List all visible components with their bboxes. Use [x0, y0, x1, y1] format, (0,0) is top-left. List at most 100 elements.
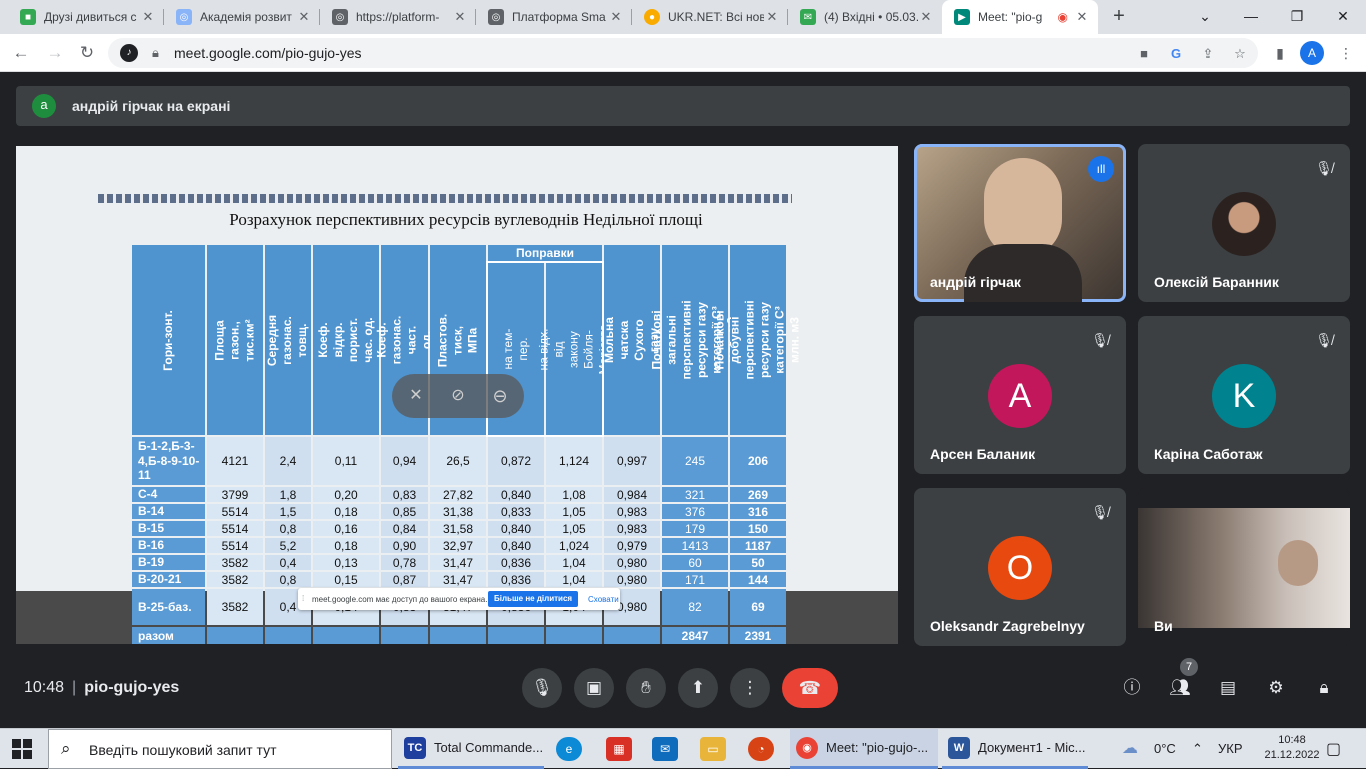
table-cell: 0,85 — [381, 504, 428, 519]
mute-tile-icon[interactable]: ⊘ — [446, 384, 470, 408]
tile-hover-controls: ✕ ⊘ ⊖ — [392, 374, 524, 418]
table-cell: 1,04 — [546, 555, 602, 570]
tab-search-icon[interactable]: ⌄ — [1182, 0, 1228, 34]
profile-avatar[interactable]: A — [1300, 41, 1324, 65]
table-cell: 31,47 — [430, 572, 486, 587]
address-bar[interactable]: ♪ 🔒︎ meet.google.com/pio-gujo-yes ■ G ⇪ … — [108, 38, 1258, 68]
people-count-badge: 7 — [1180, 658, 1198, 676]
browser-tab[interactable]: ◎ Академія розвит ✕ — [164, 0, 320, 34]
table-cell: В-19 — [132, 555, 205, 570]
reload-icon[interactable]: ↻ — [74, 40, 100, 66]
hide-button[interactable]: Сховати — [588, 595, 619, 604]
activities-icon: ⚙︎ — [1268, 678, 1284, 697]
drag-handle-icon[interactable]: ⁞ — [302, 594, 304, 603]
close-window-icon[interactable]: ✕ — [1320, 0, 1366, 34]
more-menu-icon[interactable]: ⋮ — [1336, 43, 1356, 63]
table-header-label: Пластов. тиск, МПа — [435, 313, 480, 367]
taskbar-search-box[interactable]: ⌕ Введіть пошуковий запит тут — [48, 729, 392, 769]
globe-icon: ◎ — [332, 9, 348, 25]
google-translate-icon[interactable]: G — [1166, 44, 1186, 64]
table-cell: 1,08 — [546, 487, 602, 502]
tray-chevron-up-icon[interactable]: ⌃ — [1192, 741, 1203, 757]
share-icon[interactable]: ⇪ — [1198, 44, 1218, 64]
taskbar-app-total-commander[interactable]: TC Total Commande... — [398, 729, 544, 769]
tab-title: Платформа Sma — [512, 10, 606, 24]
gift-icon[interactable]: ▦ — [606, 737, 632, 761]
close-icon[interactable]: ✕ — [764, 9, 780, 25]
participant-avatar: A — [988, 364, 1052, 428]
back-icon[interactable]: ← — [8, 40, 34, 66]
weather-cloud-icon[interactable]: ☁ — [1122, 738, 1138, 758]
restore-icon[interactable]: ❐ — [1274, 0, 1320, 34]
table-cell: 4121 — [207, 437, 263, 485]
browser-tab[interactable]: ■ Друзі дивиться с ✕ — [8, 0, 164, 34]
host-controls-button[interactable]: 🔒︎ — [1304, 668, 1344, 708]
browser-tab[interactable]: ◎ Платформа Sma ✕ — [476, 0, 632, 34]
taskbar-app-chrome-meet[interactable]: ◉ Meet: "pio-gujo-... — [790, 729, 938, 769]
notification-bell-icon[interactable]: ♪ — [120, 44, 138, 62]
tab-title: Meet: "pio-g — [978, 10, 1043, 24]
table-total-cell — [604, 627, 660, 644]
participant-tile[interactable]: 🎙︎̸ A Арсен Баланик — [914, 316, 1126, 474]
table-cell: 0,13 — [313, 555, 379, 570]
taskbar-clock[interactable]: 10:48 21.12.2022 — [1264, 733, 1320, 763]
leave-call-button[interactable]: ☎︎ — [782, 668, 838, 708]
close-icon[interactable]: ✕ — [608, 9, 624, 25]
edge-icon[interactable]: e — [556, 737, 582, 761]
present-button[interactable]: ⬆ — [678, 668, 718, 708]
table-cell: 0,872 — [488, 437, 544, 485]
table-cell: В-16 — [132, 538, 205, 553]
close-icon[interactable]: ✕ — [296, 9, 312, 25]
table-cell: В-14 — [132, 504, 205, 519]
pin-off-icon[interactable]: ✕ — [404, 384, 428, 408]
close-icon[interactable]: ✕ — [140, 9, 156, 25]
file-explorer-icon[interactable]: ▭ — [700, 737, 726, 761]
participant-tile[interactable]: 🎙︎̸ Олексій Баранник — [1138, 144, 1350, 302]
notifications-icon[interactable]: ▢ — [1326, 739, 1341, 759]
participant-name: Oleksandr Zagrebelnyy — [930, 618, 1085, 634]
remove-icon[interactable]: ⊖ — [488, 384, 512, 408]
browser-tab[interactable]: ◎ https://platform- ✕ — [320, 0, 476, 34]
input-language[interactable]: УКР — [1218, 741, 1243, 756]
more-options-button[interactable]: ⋮ — [730, 668, 770, 708]
minimize-icon[interactable]: — — [1228, 0, 1274, 34]
raise-hand-button[interactable]: ✋︎ — [626, 668, 666, 708]
browser-tab[interactable]: ● UKR.NET: Всі нов ✕ — [632, 0, 788, 34]
lock-icon[interactable]: 🔒︎ — [152, 45, 159, 61]
table-cell: 5,2 — [265, 538, 311, 553]
table-cell: С-4 — [132, 487, 205, 502]
table-cell: 31,38 — [430, 504, 486, 519]
chat-button[interactable]: ▤ — [1208, 668, 1248, 708]
forward-icon[interactable]: → — [42, 40, 68, 66]
browser-tab-active[interactable]: ▶ Meet: "pio-g ◉ ✕ — [942, 0, 1098, 34]
new-tab-button[interactable]: + — [1108, 6, 1130, 28]
mic-off-icon: 🎙︎̸ — [1315, 160, 1333, 176]
camera-button[interactable]: ▣ — [574, 668, 614, 708]
participant-tile[interactable]: ıll андрій гірчак — [914, 144, 1126, 302]
table-cell: 0,980 — [604, 572, 660, 587]
stop-sharing-button[interactable]: Більше не ділитися — [488, 591, 579, 607]
bookmark-star-icon[interactable]: ☆ — [1230, 44, 1250, 64]
participant-tile[interactable]: 🎙︎̸ K Каріна Саботаж — [1138, 316, 1350, 474]
participant-tile[interactable]: 🎙︎̸ O Oleksandr Zagrebelnyy — [914, 488, 1126, 646]
close-icon[interactable]: ✕ — [918, 9, 934, 25]
table-group-header: Поправки — [488, 245, 602, 261]
mail-app-icon[interactable]: ✉ — [652, 737, 678, 761]
participant-photo — [1212, 192, 1276, 256]
windows-start-icon[interactable] — [12, 739, 32, 759]
app-circle-icon[interactable]: ◔ — [748, 737, 774, 761]
microphone-button[interactable]: 🎙︎ — [522, 668, 562, 708]
camera-icon[interactable]: ■ — [1134, 44, 1154, 64]
side-panel-icon[interactable]: ▮ — [1270, 43, 1290, 63]
browser-tab[interactable]: ✉ (4) Вхідні • 05.03. ✕ — [788, 0, 942, 34]
activities-button[interactable]: ⚙︎ — [1256, 668, 1296, 708]
close-icon[interactable]: ✕ — [1074, 9, 1090, 25]
taskbar-app-word[interactable]: W Документ1 - Mic... — [942, 729, 1088, 769]
recording-icon: ◉ — [1057, 10, 1068, 24]
close-icon[interactable]: ✕ — [452, 9, 468, 25]
weather-temperature[interactable]: 0°C — [1154, 741, 1176, 756]
table-header-label: на тем-пер. — [501, 328, 530, 370]
self-tile[interactable]: Ви — [1138, 488, 1350, 646]
meet-icon: ▶ — [954, 9, 970, 25]
meeting-details-button[interactable]: ⓘ — [1112, 668, 1152, 708]
